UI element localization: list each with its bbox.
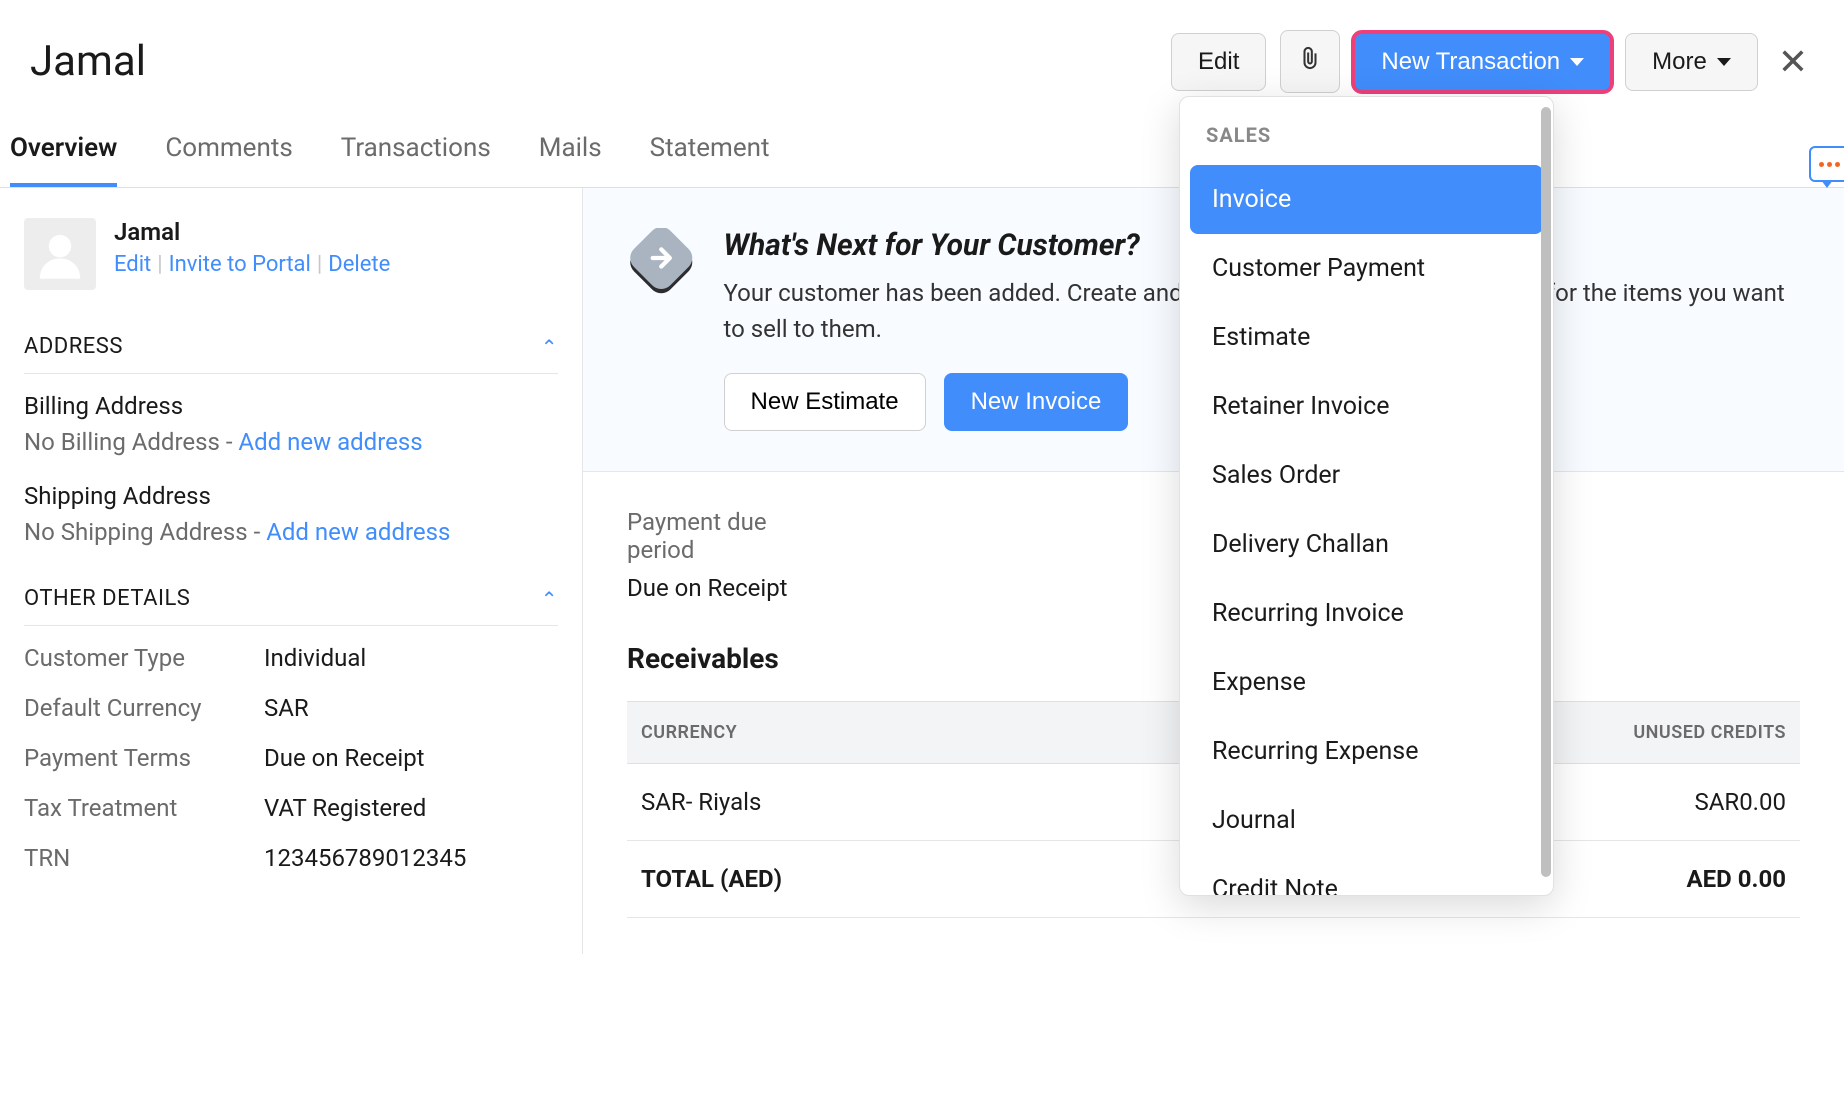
shipping-address-label: Shipping Address: [24, 482, 558, 510]
edit-button[interactable]: Edit: [1171, 33, 1266, 91]
dropdown-item-expense[interactable]: Expense: [1190, 648, 1543, 717]
dropdown-item-recurring-invoice[interactable]: Recurring Invoice: [1190, 579, 1543, 648]
profile-invite-link[interactable]: Invite to Portal: [169, 252, 311, 277]
tab-mails[interactable]: Mails: [539, 133, 602, 187]
section-other-header[interactable]: OTHER DETAILS ⌃: [24, 572, 558, 626]
other-label: Customer Type: [24, 644, 264, 672]
attachment-button[interactable]: [1280, 30, 1340, 93]
section-address-header[interactable]: ADDRESS ⌃: [24, 320, 558, 374]
billing-address-label: Billing Address: [24, 392, 558, 420]
cell-currency: TOTAL (AED): [627, 841, 1019, 918]
avatar: [24, 218, 96, 290]
dropdown-item-retainer-invoice[interactable]: Retainer Invoice: [1190, 372, 1543, 441]
billing-address-value: No Billing Address -: [24, 428, 238, 456]
paperclip-icon: [1299, 45, 1321, 71]
more-button[interactable]: More: [1625, 33, 1758, 91]
tab-transactions[interactable]: Transactions: [341, 133, 491, 187]
profile-name: Jamal: [114, 218, 390, 246]
profile-edit-link[interactable]: Edit: [114, 252, 151, 277]
other-value: 123456789012345: [264, 844, 466, 872]
tabs: Overview Comments Transactions Mails Sta…: [0, 113, 1844, 188]
sidebar: Jamal Edit|Invite to Portal|Delete ADDRE…: [0, 188, 583, 954]
dropdown-item-invoice[interactable]: Invoice: [1190, 165, 1543, 234]
caret-down-icon: [1570, 58, 1584, 66]
dropdown-scrollbar[interactable]: [1541, 107, 1551, 877]
dropdown-section-header: SALES: [1180, 97, 1553, 165]
tab-comments[interactable]: Comments: [165, 133, 292, 187]
col-currency: CURRENCY: [627, 702, 1019, 764]
other-detail-row: Customer TypeIndividual: [24, 644, 558, 672]
dropdown-item-recurring-expense[interactable]: Recurring Expense: [1190, 717, 1543, 786]
shipping-address-value: No Shipping Address -: [24, 518, 266, 546]
dropdown-item-sales-order[interactable]: Sales Order: [1190, 441, 1543, 510]
other-value: VAT Registered: [264, 794, 426, 822]
tab-statement[interactable]: Statement: [650, 133, 770, 187]
other-value: Individual: [264, 644, 366, 672]
other-detail-row: Default CurrencySAR: [24, 694, 558, 722]
dropdown-item-customer-payment[interactable]: Customer Payment: [1190, 234, 1543, 303]
other-value: SAR: [264, 694, 309, 722]
other-detail-row: Tax TreatmentVAT Registered: [24, 794, 558, 822]
other-detail-row: Payment TermsDue on Receipt: [24, 744, 558, 772]
chevron-up-icon: ⌃: [541, 335, 558, 359]
other-label: TRN: [24, 844, 264, 872]
tab-overview[interactable]: Overview: [10, 133, 117, 187]
dropdown-item-credit-note[interactable]: Credit Note: [1190, 855, 1543, 895]
new-transaction-button[interactable]: New Transaction: [1354, 33, 1611, 91]
other-value: Due on Receipt: [264, 744, 425, 772]
caret-down-icon: [1717, 58, 1731, 66]
other-label: Default Currency: [24, 694, 264, 722]
dropdown-item-journal[interactable]: Journal: [1190, 786, 1543, 855]
other-label: Tax Treatment: [24, 794, 264, 822]
chevron-up-icon: ⌃: [541, 587, 558, 611]
new-estimate-button[interactable]: New Estimate: [724, 373, 926, 431]
dropdown-item-delivery-challan[interactable]: Delivery Challan: [1190, 510, 1543, 579]
close-button[interactable]: ✕: [1772, 41, 1814, 83]
payment-due-label: Payment due period: [627, 508, 827, 564]
other-detail-row: TRN123456789012345: [24, 844, 558, 872]
chat-widget[interactable]: [1809, 146, 1844, 182]
profile-delete-link[interactable]: Delete: [328, 252, 390, 277]
page-title: Jamal: [30, 37, 146, 86]
add-shipping-address-link[interactable]: Add new address: [266, 518, 450, 546]
dropdown-item-estimate[interactable]: Estimate: [1190, 303, 1543, 372]
cell-currency: SAR- Riyals: [627, 764, 1019, 841]
new-invoice-button[interactable]: New Invoice: [944, 373, 1129, 431]
new-transaction-dropdown: SALES InvoiceCustomer PaymentEstimateRet…: [1179, 96, 1554, 896]
directions-icon: [627, 228, 696, 306]
other-label: Payment Terms: [24, 744, 264, 772]
add-billing-address-link[interactable]: Add new address: [238, 428, 422, 456]
header-actions: Edit New Transaction More ✕: [1171, 30, 1814, 93]
